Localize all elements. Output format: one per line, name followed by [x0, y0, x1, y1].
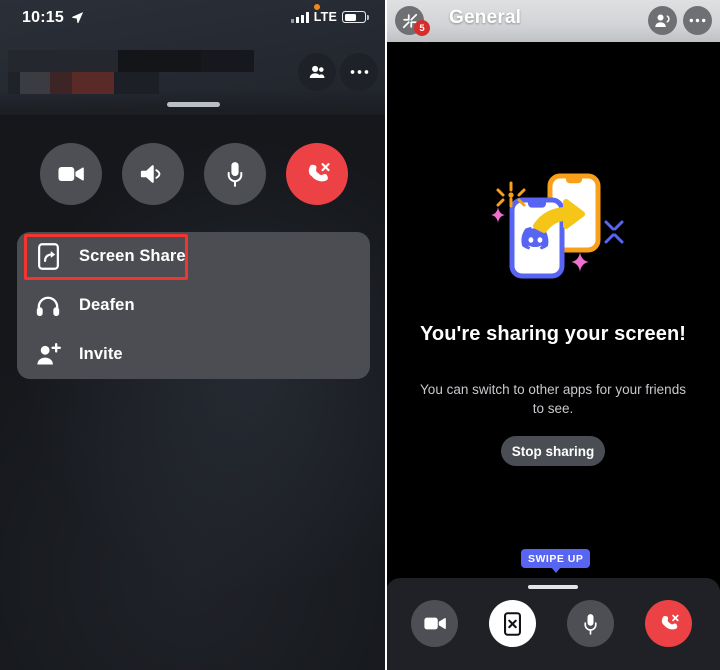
- redacted-channel-name: [8, 50, 254, 94]
- action-item-screen-share[interactable]: Screen Share: [17, 232, 370, 281]
- share-status-subtitle: You can switch to other apps for your fr…: [420, 382, 686, 416]
- location-arrow-icon: [72, 12, 83, 24]
- left-speaker-button[interactable]: [122, 143, 184, 205]
- phone-stop-share-icon: [504, 611, 521, 636]
- left-mute-button[interactable]: [204, 143, 266, 205]
- network-type-label: LTE: [313, 10, 337, 24]
- call-action-sheet: Screen Share Deafen Invite: [17, 232, 370, 379]
- left-members-button[interactable]: [298, 53, 336, 91]
- battery-icon: [342, 11, 369, 23]
- microphone-icon: [584, 613, 597, 635]
- left-call-controls: [0, 143, 386, 207]
- action-item-invite[interactable]: Invite: [17, 330, 370, 379]
- right-stop-share-button[interactable]: [489, 600, 536, 647]
- microphone-icon: [227, 162, 243, 187]
- left-phone-screen: 10:15 LTE Screen Share Deafen Invite: [0, 0, 386, 670]
- left-video-button[interactable]: [40, 143, 102, 205]
- status-right-cluster: LTE: [290, 10, 369, 24]
- screenshot-root: 10:15 LTE Screen Share Deafen Invite 5 G…: [0, 0, 720, 670]
- bottom-sheet-drag-handle[interactable]: [528, 585, 578, 589]
- unread-badge: 5: [414, 20, 430, 36]
- channel-title: General: [449, 7, 522, 28]
- members-speaking-icon: [654, 14, 670, 28]
- more-options-icon: [689, 18, 706, 23]
- right-bottom-controls: [386, 578, 720, 670]
- action-item-label: Deafen: [79, 296, 135, 314]
- right-members-button[interactable]: [648, 6, 677, 35]
- right-more-options-button[interactable]: [683, 6, 712, 35]
- person-add-icon: [17, 343, 79, 366]
- right-hangup-button[interactable]: [645, 600, 692, 647]
- left-hangup-button[interactable]: [286, 143, 348, 205]
- phone-split-divider: [385, 0, 387, 670]
- swipe-up-tooltip: SWIPE UP: [521, 549, 591, 573]
- stop-sharing-button[interactable]: Stop sharing: [501, 436, 605, 466]
- phone-hangup-icon: [308, 163, 330, 182]
- phone-hangup-icon: [661, 614, 679, 630]
- status-time: 10:15: [22, 9, 64, 26]
- action-item-label: Invite: [79, 345, 123, 363]
- members-icon: [309, 65, 324, 78]
- right-mute-button[interactable]: [567, 600, 614, 647]
- left-more-options-button[interactable]: [340, 53, 378, 91]
- screen-share-icon: [17, 243, 79, 270]
- right-phone-screen: 5 General You're sharing your screen! Yo…: [386, 0, 720, 670]
- right-call-header: 5 General: [386, 0, 720, 42]
- ios-status-bar: 10:15 LTE: [0, 0, 386, 34]
- video-camera-icon: [423, 617, 446, 630]
- speaker-icon: [140, 165, 161, 183]
- action-item-deafen[interactable]: Deafen: [17, 281, 370, 330]
- action-item-label: Screen Share: [79, 247, 186, 265]
- screen-share-phones-illustration: [478, 170, 628, 280]
- more-options-icon: [350, 70, 368, 74]
- headphones-icon: [17, 295, 79, 317]
- right-screen-share-body: [386, 42, 720, 578]
- video-camera-icon: [58, 167, 84, 181]
- right-video-button[interactable]: [411, 600, 458, 647]
- sheet-drag-handle[interactable]: [167, 102, 220, 107]
- cellular-signal-bars-icon: [290, 12, 309, 23]
- share-status-title: You're sharing your screen!: [419, 323, 687, 345]
